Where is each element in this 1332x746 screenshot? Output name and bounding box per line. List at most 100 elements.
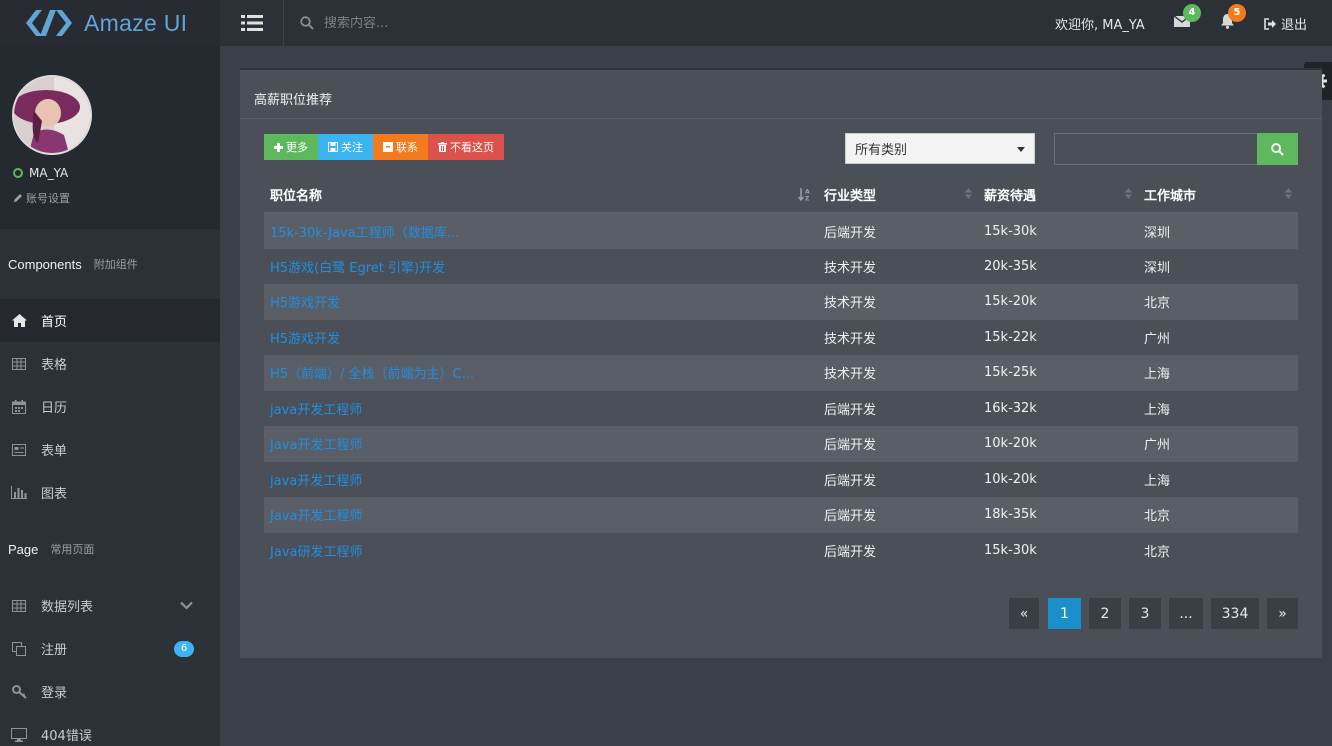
account-settings-link[interactable]: 账号设置 bbox=[13, 190, 70, 206]
logout-button[interactable]: 退出 bbox=[1264, 14, 1307, 33]
category-select-value: 所有类别 bbox=[855, 143, 908, 158]
job-name-cell: Java研发工程师 bbox=[264, 533, 818, 569]
follow-button-label: 关注 bbox=[341, 141, 363, 154]
sidebar-item-home[interactable]: 首页 bbox=[0, 299, 220, 342]
sidebar-item-chart[interactable]: 图表 bbox=[0, 471, 220, 514]
column-header-label: 职位名称 bbox=[270, 189, 323, 204]
sidebar-item-calendar[interactable]: 日历 bbox=[0, 385, 220, 428]
menu-toggle-button[interactable] bbox=[220, 0, 284, 46]
job-link[interactable]: H5游戏开发 bbox=[270, 332, 340, 347]
caret-down-icon bbox=[1017, 147, 1025, 152]
header-search-input[interactable] bbox=[324, 15, 584, 31]
industry-cell: 后端开发 bbox=[824, 402, 877, 418]
job-link[interactable]: java开发工程师 bbox=[270, 403, 362, 418]
sidebar-item-table[interactable]: 表格 bbox=[0, 342, 220, 385]
salary-cell: 15k-30k bbox=[984, 542, 1037, 558]
job-panel: 高薪职位推荐 更多 关注 联系 不看这页 所有类别 职位名称 A Z 行业类型 … bbox=[240, 68, 1322, 658]
job-name-cell: H5（前端）/ 全栈（前端为主）C... bbox=[264, 355, 818, 391]
pagination-prev[interactable]: « bbox=[1009, 598, 1039, 629]
bar-chart-icon bbox=[11, 485, 27, 501]
monitor-icon bbox=[11, 727, 27, 743]
sidebar-item-form[interactable]: 表单 bbox=[0, 428, 220, 471]
pagination-ellipsis: ... bbox=[1169, 598, 1203, 629]
job-link[interactable]: H5（前端）/ 全栈（前端为主）C... bbox=[270, 367, 474, 382]
avatar-image bbox=[14, 77, 90, 153]
salary-cell: 20k-35k bbox=[984, 258, 1037, 274]
sidebar-item-data-list[interactable]: 数据列表 bbox=[0, 584, 220, 627]
job-link[interactable]: Java研发工程师 bbox=[270, 545, 362, 560]
avatar[interactable] bbox=[12, 75, 92, 155]
column-header-job-name[interactable]: 职位名称 AZ bbox=[264, 177, 818, 214]
city-cell: 上海 bbox=[1138, 355, 1298, 391]
follow-button[interactable]: 关注 bbox=[318, 134, 373, 160]
salary-cell: 15k-20k bbox=[978, 284, 1138, 320]
mail-count-badge: 4 bbox=[1183, 4, 1201, 22]
hide-page-button[interactable]: 不看这页 bbox=[428, 134, 504, 160]
industry-cell: 后端开发 bbox=[824, 544, 877, 560]
plus-icon bbox=[274, 142, 283, 152]
sidebar-item-label: 首页 bbox=[41, 315, 68, 330]
sign-out-icon bbox=[1264, 17, 1276, 30]
column-header-label: 薪资待遇 bbox=[984, 189, 1037, 204]
table-row: H5（前端）/ 全栈（前端为主）C... 技术开发 15k-25k 上海 bbox=[264, 355, 1298, 391]
salary-cell: 18k-35k bbox=[978, 497, 1138, 533]
sidebar-item-label: 表单 bbox=[41, 444, 68, 459]
city-cell: 广州 bbox=[1138, 426, 1298, 462]
salary-cell: 10k-20k bbox=[978, 426, 1138, 462]
chevron-down-icon bbox=[180, 599, 193, 614]
column-header-industry[interactable]: 行业类型 bbox=[818, 177, 978, 214]
industry-cell: 技术开发 bbox=[824, 260, 877, 276]
job-link[interactable]: H5游戏开发 bbox=[270, 296, 340, 311]
pagination-page-334[interactable]: 334 bbox=[1211, 598, 1259, 629]
pagination-page-1[interactable]: 1 bbox=[1048, 598, 1081, 629]
column-header-city[interactable]: 工作城市 bbox=[1138, 177, 1298, 214]
home-icon bbox=[11, 313, 27, 329]
salary-cell: 10k-20k bbox=[984, 471, 1037, 487]
pagination-page-3[interactable]: 3 bbox=[1129, 598, 1161, 629]
search-icon bbox=[1271, 142, 1284, 156]
sidebar-item-label: 404错误 bbox=[41, 729, 92, 744]
sort-icon bbox=[1125, 188, 1132, 203]
components-title: Components bbox=[8, 256, 82, 272]
table-search-button[interactable] bbox=[1257, 133, 1298, 165]
category-select[interactable]: 所有类别 bbox=[845, 133, 1035, 164]
job-link[interactable]: java开发工程师 bbox=[270, 474, 362, 489]
logo[interactable]: Amaze UI bbox=[0, 0, 220, 46]
table-row: Java开发工程师 后端开发 18k-35k 北京 bbox=[264, 497, 1298, 533]
city-cell: 上海 bbox=[1144, 473, 1171, 489]
city-cell: 北京 bbox=[1138, 284, 1298, 320]
pagination-page-2[interactable]: 2 bbox=[1089, 598, 1121, 629]
city-cell: 北京 bbox=[1138, 497, 1298, 533]
sidebar-item-register[interactable]: 注册 6 bbox=[0, 627, 220, 670]
city-cell: 北京 bbox=[1144, 544, 1171, 560]
page-section-title: Page 常用页面 bbox=[0, 514, 220, 584]
job-name-cell: H5游戏开发 bbox=[264, 284, 818, 320]
page-subtitle: 常用页面 bbox=[50, 543, 95, 556]
save-icon bbox=[328, 142, 338, 152]
industry-cell: 后端开发 bbox=[818, 426, 978, 462]
sidebar-item-label: 图表 bbox=[41, 487, 68, 502]
job-link[interactable]: H5游戏(白鹭 Egret 引擎)开发 bbox=[270, 261, 445, 276]
job-link[interactable]: Java开发工程师 bbox=[270, 438, 362, 453]
mail-button[interactable]: 4 bbox=[1173, 4, 1201, 32]
job-link[interactable]: Java开发工程师 bbox=[270, 509, 362, 524]
more-button[interactable]: 更多 bbox=[264, 134, 318, 160]
toolbar-button-group: 更多 关注 联系 不看这页 bbox=[264, 134, 504, 160]
column-header-salary[interactable]: 薪资待遇 bbox=[978, 177, 1138, 214]
table-row: H5游戏开发 技术开发 15k-22k 广州 bbox=[264, 320, 1298, 356]
sidebar-item-login[interactable]: 登录 bbox=[0, 670, 220, 713]
city-cell: 上海 bbox=[1144, 402, 1171, 418]
industry-cell: 后端开发 bbox=[818, 497, 978, 533]
notifications-button[interactable]: 5 bbox=[1220, 4, 1246, 33]
hide-page-button-label: 不看这页 bbox=[450, 141, 494, 154]
contact-button[interactable]: 联系 bbox=[373, 134, 428, 160]
panel-title: 高薪职位推荐 bbox=[254, 93, 333, 108]
pagination-next[interactable]: » bbox=[1267, 598, 1298, 629]
sidebar-item-404[interactable]: 404错误 bbox=[0, 713, 220, 746]
page-title: Page bbox=[8, 541, 39, 557]
table-icon bbox=[11, 356, 27, 372]
table-search-input[interactable] bbox=[1054, 133, 1258, 165]
job-name-cell: java开发工程师 bbox=[264, 462, 818, 498]
job-link[interactable]: 15k-30k-Java工程师（数据库... bbox=[270, 226, 459, 241]
svg-text:Z: Z bbox=[805, 196, 810, 202]
